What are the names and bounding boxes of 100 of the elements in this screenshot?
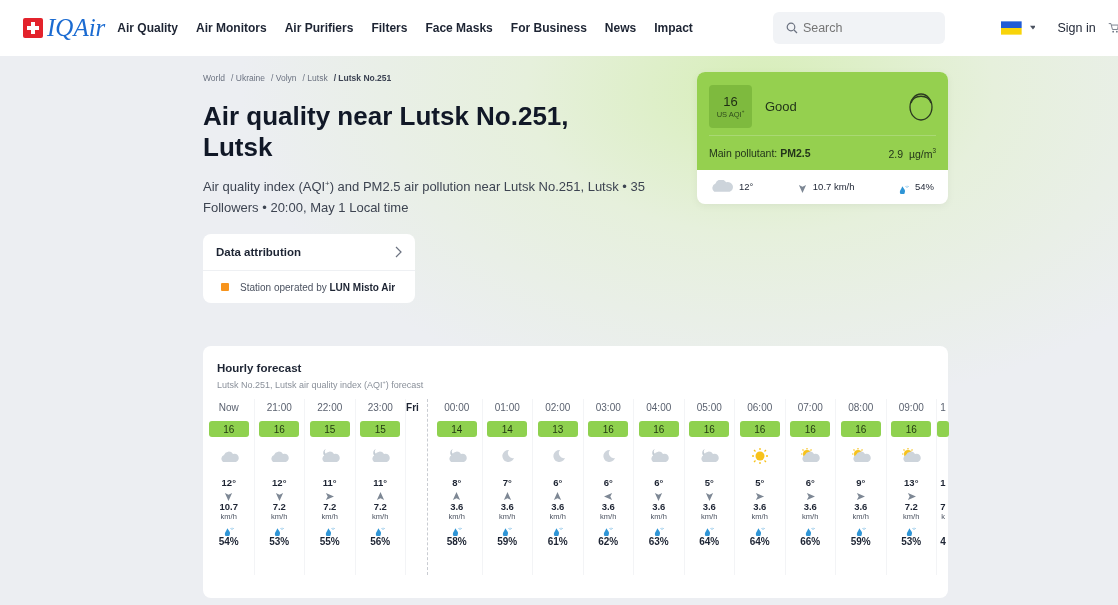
temperature: 13° — [904, 477, 919, 488]
aqi-badge — [937, 421, 949, 437]
forecast-time: 1 — [940, 401, 946, 415]
aqi-badge: 16 — [638, 421, 679, 437]
humidity: 54% — [914, 180, 934, 192]
forecast-time: 22:00 — [317, 401, 343, 415]
humidity-icon — [223, 527, 234, 536]
humidity: 59% — [497, 536, 518, 547]
temperature: 6° — [603, 477, 613, 488]
search-icon — [785, 22, 798, 34]
humidity: 54% — [218, 536, 239, 547]
forecast-time: 06:00 — [747, 401, 773, 415]
aqi-badge: 14 — [487, 421, 528, 437]
ukraine-flag-icon[interactable] — [1000, 19, 1022, 37]
aqi-value: 16 — [723, 93, 738, 109]
temperature: 5° — [704, 477, 714, 488]
temperature: 6° — [654, 477, 664, 488]
caret-icon[interactable] — [1029, 25, 1036, 31]
temperature: 9° — [856, 477, 866, 488]
temperature: 5° — [755, 477, 765, 488]
page-subtitle: Air quality index (AQI$^{+}$) and PM2.5 air pollution near Lutsk No.251, Lutsk • 35 Followers • 20:00, May 1 Local time — [203, 178, 646, 218]
breadcrumb-link[interactable]: / Ukraine — [231, 73, 266, 83]
nav-link[interactable]: Face Masks — [425, 21, 493, 35]
search-field[interactable]: Search — [772, 12, 945, 44]
wind-speed: 10.7 — [219, 501, 238, 512]
cloud-icon — [711, 179, 733, 193]
wind-speed: 3.6 — [854, 501, 868, 512]
wind-speed: 7.2 — [904, 501, 918, 512]
breadcrumb-link[interactable]: World — [203, 73, 226, 83]
forecast-title: Hourly forecast — [217, 362, 303, 374]
breadcrumb-link[interactable]: / Lutsk No.251 — [333, 73, 392, 83]
nav-link[interactable]: Air Monitors — [196, 21, 267, 35]
temperature: 6° — [805, 477, 815, 488]
humidity-icon — [451, 527, 462, 536]
aqi-badge: 16 — [739, 421, 780, 437]
humidity: 4 — [940, 536, 946, 547]
attribution-title: Data attribution — [216, 246, 301, 259]
aqi-badge: 16 — [689, 421, 730, 437]
temperature: 11° — [322, 477, 337, 488]
nav-link[interactable]: News — [604, 21, 637, 35]
humidity: 64% — [749, 536, 770, 547]
aqi-badge: 16 — [259, 421, 300, 437]
forecast-time: 07:00 — [797, 401, 823, 415]
humidity-icon — [324, 527, 335, 536]
forecast-time: 09:00 — [898, 401, 924, 415]
humidity: 58% — [446, 536, 467, 547]
main-pollutant: Main pollutant: PM2.5 — [709, 147, 811, 159]
attribution-header[interactable]: Data attribution — [203, 234, 415, 272]
humidity-icon — [502, 527, 513, 536]
aqi-badge: 16 — [790, 421, 831, 437]
forecast-time: 21:00 — [266, 401, 292, 415]
humidity-icon — [754, 527, 765, 536]
humidity-icon — [603, 527, 614, 536]
temperature: 8° — [452, 477, 462, 488]
chevron-right-icon — [394, 246, 402, 259]
logo-text[interactable]: IQAir — [47, 14, 106, 42]
humidity-icon — [704, 527, 715, 536]
nav-link[interactable]: Air Quality — [117, 21, 178, 35]
aqi-badge: 15 — [360, 421, 401, 437]
humidity-icon — [552, 527, 563, 536]
humidity: 66% — [800, 536, 821, 547]
forecast-time: 03:00 — [595, 401, 621, 415]
aqi-badge: 15 — [309, 421, 350, 437]
wind-speed: 3.6 — [753, 501, 767, 512]
nav-link[interactable]: Impact — [654, 21, 693, 35]
nav-link[interactable]: Air Purifiers — [284, 21, 354, 35]
aqi-badge: 16 — [891, 421, 932, 437]
sign-in-link[interactable]: Sign in — [1057, 21, 1096, 35]
wind-speed: 3.6 — [702, 501, 716, 512]
wind-speed: 7 — [940, 501, 946, 512]
humidity-icon — [653, 527, 664, 536]
wind-speed: 3.6 — [450, 501, 464, 512]
wind-speed: 7.2 — [373, 501, 387, 512]
breadcrumb-link[interactable]: / Lutsk — [302, 73, 328, 83]
humidity-icon — [906, 527, 917, 536]
humidity-icon — [855, 527, 866, 536]
forecast-time: 23:00 — [367, 401, 393, 415]
forecast-time: 04:00 — [646, 401, 672, 415]
wind-speed: 3.6 — [500, 501, 514, 512]
humidity-icon — [898, 184, 909, 194]
temperature: 1 — [940, 477, 946, 488]
humidity: 56% — [370, 536, 391, 547]
wind-speed: 7.2 — [272, 501, 286, 512]
forecast-time: Now — [218, 401, 239, 415]
wind-speed: 3.6 — [652, 501, 666, 512]
humidity: 53% — [269, 536, 290, 547]
temperature: 12° — [221, 477, 236, 488]
nav-link[interactable]: Filters — [371, 21, 408, 35]
humidity: 63% — [648, 536, 669, 547]
humidity-icon — [805, 527, 816, 536]
page-title: Air quality near Lutsk No.251, Lutsk — [203, 101, 570, 163]
swiss-flag-icon — [23, 18, 43, 38]
wind-direction-icon — [797, 183, 807, 193]
breadcrumb-link[interactable]: / Volyn — [271, 73, 297, 83]
nav-link[interactable]: For Business — [510, 21, 587, 35]
humidity: 55% — [319, 536, 340, 547]
day-label: Fri — [406, 401, 419, 415]
wind-speed: 3.6 — [551, 501, 565, 512]
wind-speed: 7.2 — [323, 501, 337, 512]
humidity: 62% — [598, 536, 619, 547]
